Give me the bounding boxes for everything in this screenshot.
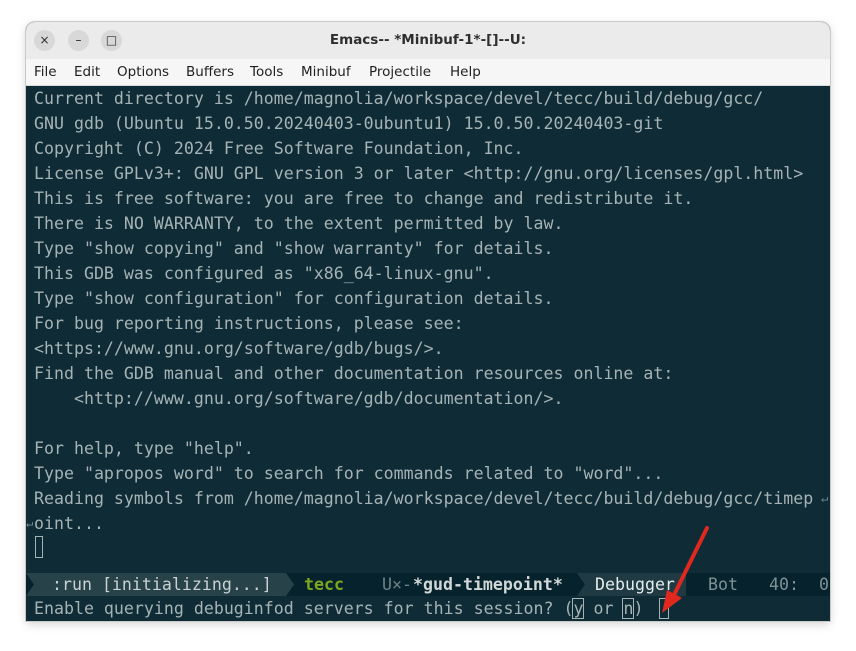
emacs-window: × – □ Emacs-- *Minibuf-1*-[]--U: File Ed…: [26, 22, 830, 621]
annotation-arrow-icon: [662, 526, 709, 613]
